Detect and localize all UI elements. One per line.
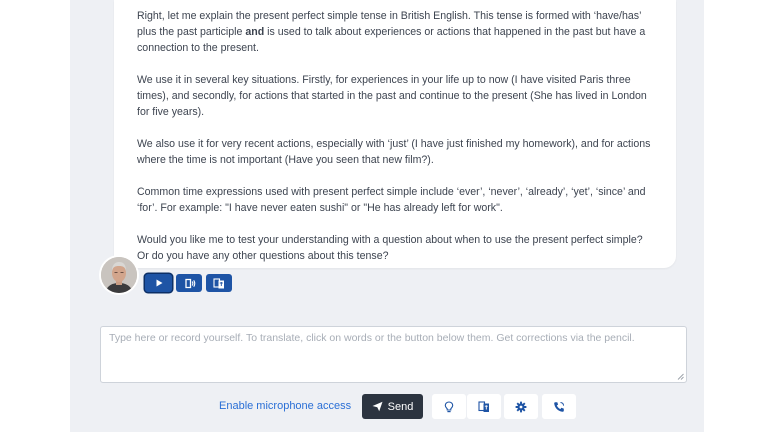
settings-button[interactable] <box>504 394 538 419</box>
translate-input-button[interactable] <box>467 394 501 419</box>
message-paragraph[interactable]: We also use it for very recent actions, … <box>137 136 657 168</box>
speaker-icon <box>184 278 195 288</box>
send-label: Send <box>387 400 414 413</box>
tutor-avatar <box>101 257 137 293</box>
play-icon <box>156 279 162 287</box>
message-paragraph: Right, let me explain the present perfec… <box>137 8 657 56</box>
avatar-portrait-icon <box>101 257 137 293</box>
enable-microphone-link[interactable]: Enable microphone access <box>219 400 351 412</box>
translate-icon <box>213 277 224 288</box>
translate-button[interactable] <box>206 274 232 292</box>
send-button[interactable]: Send <box>362 394 423 419</box>
speaker-button[interactable] <box>176 274 202 292</box>
resize-grip-icon[interactable] <box>677 373 684 380</box>
hint-button[interactable] <box>432 394 466 419</box>
phone-icon <box>554 401 565 412</box>
translate-icon <box>478 400 489 412</box>
message-paragraph[interactable]: We use it in several key situations. Fir… <box>137 72 657 120</box>
message-input-box[interactable] <box>100 326 687 383</box>
assistant-message-text: Right, let me explain the present perfec… <box>137 8 657 264</box>
bold-word[interactable]: and <box>245 26 264 38</box>
gear-icon <box>515 401 527 412</box>
call-button[interactable] <box>542 394 576 419</box>
message-paragraph[interactable]: Common time expressions used with presen… <box>137 184 657 216</box>
message-input[interactable] <box>101 327 686 382</box>
message-tools <box>145 274 232 292</box>
play-button[interactable] <box>145 274 172 292</box>
message-paragraph[interactable]: Would you like me to test your understan… <box>137 232 657 264</box>
lightbulb-icon <box>444 400 454 412</box>
paper-plane-icon <box>372 401 383 412</box>
